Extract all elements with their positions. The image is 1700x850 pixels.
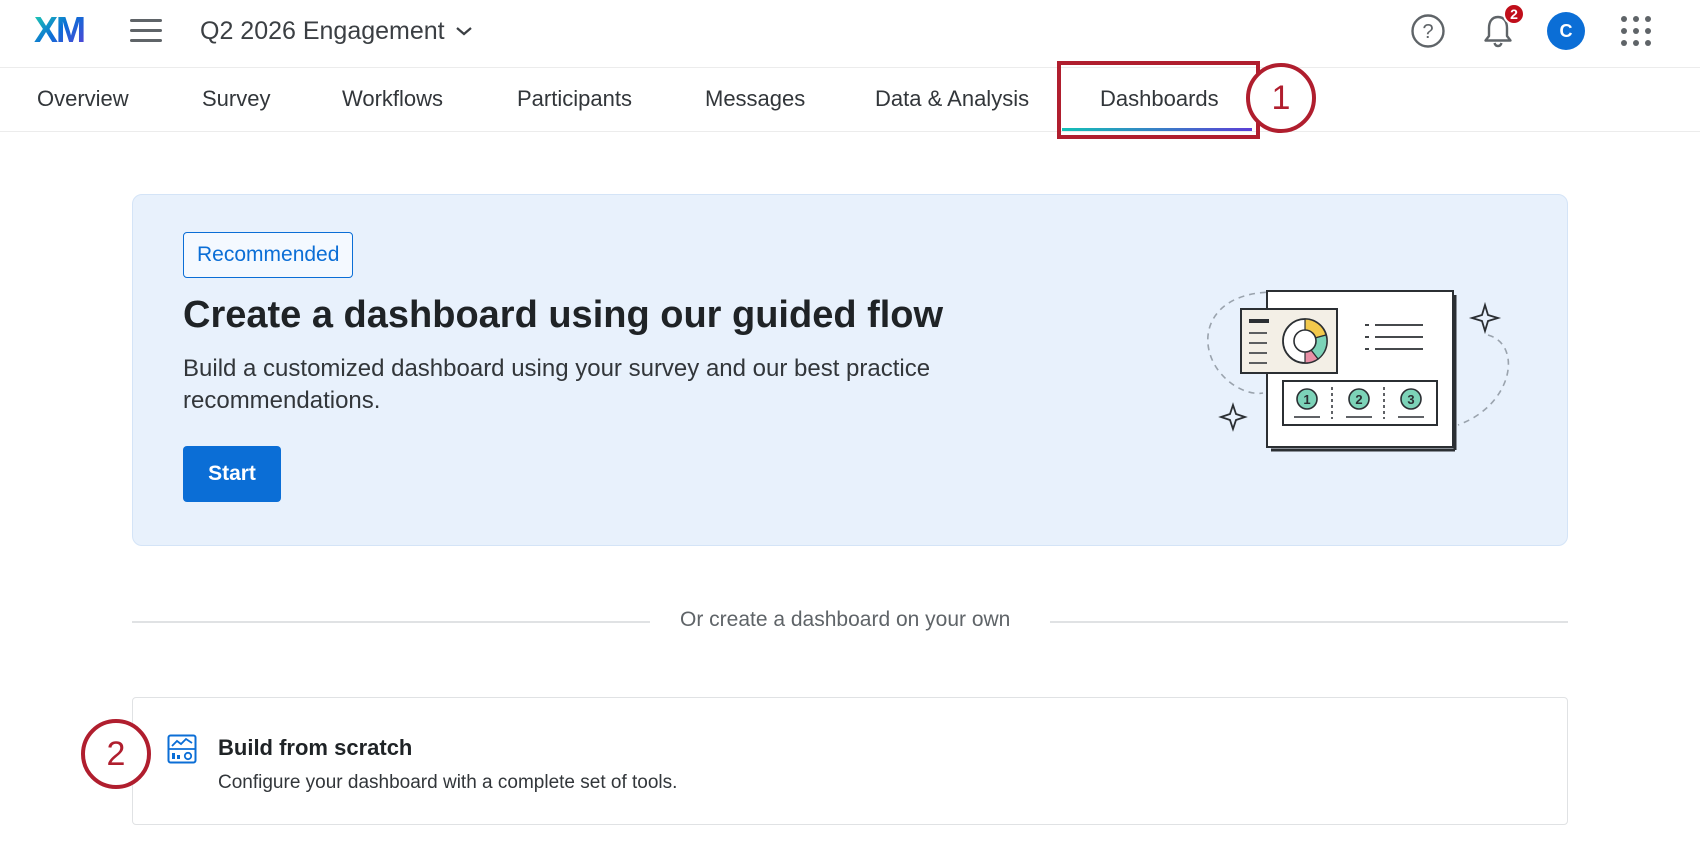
start-button[interactable]: Start xyxy=(183,446,281,502)
help-circle-icon[interactable]: ? xyxy=(1410,13,1446,49)
tab-data-analysis[interactable]: Data & Analysis xyxy=(875,86,1029,112)
tab-survey[interactable]: Survey xyxy=(202,86,270,112)
callout-marker-2: 2 xyxy=(81,719,151,789)
callout-marker-1: 1 xyxy=(1246,63,1316,133)
xm-logo[interactable]: XM xyxy=(34,12,94,48)
notification-badge: 2 xyxy=(1503,3,1525,25)
guided-flow-title: Create a dashboard using our guided flow xyxy=(183,294,944,336)
guided-flow-description: Build a customized dashboard using your … xyxy=(183,355,931,414)
dashboard-chart-icon xyxy=(167,734,197,764)
project-selector[interactable]: Q2 2026 Engagement xyxy=(200,14,473,48)
dashboard-illustration: 1 2 3 xyxy=(1207,290,1510,452)
divider-line-left xyxy=(132,621,650,623)
tab-workflows[interactable]: Workflows xyxy=(342,86,443,112)
svg-text:?: ? xyxy=(1422,21,1433,43)
tab-messages[interactable]: Messages xyxy=(705,86,805,112)
hamburger-menu-icon[interactable] xyxy=(130,17,164,45)
illustration-step-3: 3 xyxy=(1407,392,1414,407)
top-bar: XM Q2 2026 Engagement ? 2 C xyxy=(0,0,1700,68)
build-from-scratch-title: Build from scratch xyxy=(218,735,413,760)
app-grid-icon[interactable] xyxy=(1620,15,1652,47)
recommended-tag: Recommended xyxy=(183,232,354,278)
dashboards-tab-highlight xyxy=(1057,61,1260,139)
project-name: Q2 2026 Engagement xyxy=(200,16,445,45)
build-from-scratch-card[interactable]: Build from scratch Configure your dashbo… xyxy=(132,697,1568,825)
project-tabs: Overview Survey Workflows Participants M… xyxy=(0,68,1700,132)
guided-flow-card: Recommended Create a dashboard using our… xyxy=(132,194,1568,546)
tab-participants[interactable]: Participants xyxy=(517,86,632,112)
logo-text: XM xyxy=(34,12,84,48)
illustration-step-2: 2 xyxy=(1355,392,1362,407)
tab-overview[interactable]: Overview xyxy=(37,86,129,112)
chevron-down-icon xyxy=(455,27,472,36)
avatar[interactable]: C xyxy=(1547,12,1585,50)
build-from-scratch-description: Configure your dashboard with a complete… xyxy=(218,772,678,793)
illustration-step-1: 1 xyxy=(1303,392,1310,407)
divider-line-right xyxy=(1050,621,1568,623)
divider-text: Or create a dashboard on your own xyxy=(680,608,1011,631)
